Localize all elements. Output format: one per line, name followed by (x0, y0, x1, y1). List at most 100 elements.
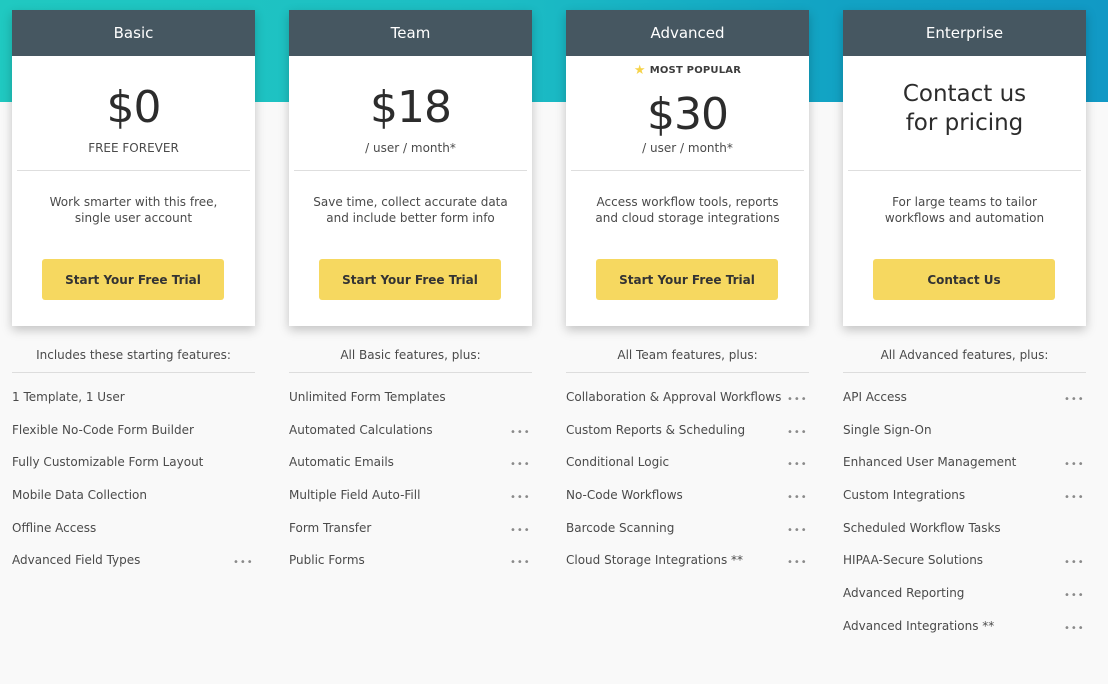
feature-item: Scheduled Workflow Tasks (843, 520, 1086, 553)
feature-list: API Access ••• Single Sign-On Enhanced User… (843, 389, 1086, 651)
feature-item: Single Sign-On (843, 422, 1086, 455)
plan-price-subtitle: FREE FOREVER (88, 141, 179, 155)
feature-label: Unlimited Form Templates (289, 390, 446, 404)
plan-card: Team $18 / user / month* Save time, coll… (289, 10, 532, 326)
feature-label: Advanced Integrations ** (843, 618, 995, 633)
feature-item: No-Code Workflows ••• (566, 487, 809, 520)
start-free-trial-button[interactable]: Start Your Free Trial (596, 259, 778, 300)
more-dots-icon[interactable]: ••• (1064, 618, 1084, 637)
plan-name: Team (289, 10, 532, 56)
divider (843, 372, 1086, 373)
feature-label: Multiple Field Auto-Fill (289, 488, 421, 503)
plan-basic: Basic $0 FREE FOREVER Work smarter with … (12, 10, 255, 651)
feature-label: 1 Template, 1 User (12, 390, 125, 404)
divider (289, 372, 532, 373)
more-dots-icon[interactable]: ••• (1064, 585, 1084, 604)
feature-item: Cloud Storage Integrations ** ••• (566, 552, 809, 585)
features-heading: Includes these starting features: (36, 348, 231, 362)
feature-label: Custom Integrations (843, 488, 966, 503)
plan-card-body: $0 FREE FOREVER Work smarter with this f… (12, 56, 255, 326)
more-dots-icon[interactable]: ••• (510, 552, 530, 571)
more-dots-icon[interactable]: ••• (787, 422, 807, 441)
feature-item: Automated Calculations ••• (289, 422, 532, 455)
feature-label: Advanced Field Types (12, 553, 141, 568)
feature-label: Form Transfer (289, 520, 372, 535)
feature-label: Advanced Reporting (843, 586, 965, 601)
feature-item: Barcode Scanning ••• (566, 520, 809, 553)
feature-item: Custom Reports & Scheduling ••• (566, 422, 809, 455)
feature-label: Cloud Storage Integrations ** (566, 553, 744, 568)
plan-card: Basic $0 FREE FOREVER Work smarter with … (12, 10, 255, 326)
feature-item: Unlimited Form Templates (289, 389, 532, 422)
feature-item: Fully Customizable Form Layout (12, 454, 255, 487)
contact-pricing-line: Contact us (902, 81, 1027, 107)
feature-label: Collaboration & Approval Workflows (566, 390, 782, 404)
more-dots-icon[interactable]: ••• (510, 454, 530, 473)
feature-item: HIPAA-Secure Solutions ••• (843, 552, 1086, 585)
more-dots-icon[interactable]: ••• (787, 552, 807, 571)
start-free-trial-button[interactable]: Start Your Free Trial (319, 259, 501, 300)
divider (17, 170, 250, 171)
most-popular-badge: ★ MOST POPULAR (566, 64, 809, 77)
plan-description: For large teams to tailor workflows and … (884, 195, 1045, 225)
plan-card: Enterprise Contact us for pricing For la… (843, 10, 1086, 326)
more-dots-icon[interactable]: ••• (233, 552, 253, 571)
start-free-trial-button[interactable]: Start Your Free Trial (42, 259, 224, 300)
divider (848, 170, 1081, 171)
contact-pricing-text: Contact us for pricing (843, 80, 1086, 138)
feature-label: Barcode Scanning (566, 520, 675, 535)
star-icon: ★ (633, 63, 646, 78)
plan-price: $18 (370, 82, 452, 133)
feature-label: Mobile Data Collection (12, 488, 147, 503)
feature-label: Flexible No-Code Form Builder (12, 422, 194, 437)
features-heading: All Team features, plus: (617, 348, 758, 362)
feature-item: Multiple Field Auto-Fill ••• (289, 487, 532, 520)
plan-team: Team $18 / user / month* Save time, coll… (289, 10, 532, 651)
plan-card: Advanced ★ MOST POPULAR $30 / user / mon… (566, 10, 809, 326)
divider (566, 372, 809, 373)
feature-item: Advanced Integrations ** ••• (843, 618, 1086, 651)
feature-label: Single Sign-On (843, 422, 932, 437)
feature-item: Mobile Data Collection (12, 487, 255, 520)
more-dots-icon[interactable]: ••• (787, 520, 807, 539)
feature-item: Custom Integrations ••• (843, 487, 1086, 520)
more-dots-icon[interactable]: ••• (787, 454, 807, 473)
feature-label: Fully Customizable Form Layout (12, 455, 204, 470)
badge-label: MOST POPULAR (649, 65, 742, 76)
feature-label: Conditional Logic (566, 455, 670, 470)
plan-card-body: $18 / user / month* Save time, collect a… (289, 56, 532, 326)
feature-label: HIPAA-Secure Solutions (843, 553, 984, 568)
contact-us-button[interactable]: Contact Us (873, 259, 1055, 300)
feature-item: Advanced Reporting ••• (843, 585, 1086, 618)
plan-enterprise: Enterprise Contact us for pricing For la… (843, 10, 1086, 651)
plan-description: Save time, collect accurate data and inc… (313, 195, 508, 225)
more-dots-icon[interactable]: ••• (1064, 552, 1084, 571)
more-dots-icon[interactable]: ••• (1064, 487, 1084, 506)
feature-item: Advanced Field Types ••• (12, 552, 255, 585)
plan-price-subtitle: / user / month* (365, 141, 456, 155)
feature-item: Public Forms ••• (289, 552, 532, 585)
feature-label: Custom Reports & Scheduling (566, 422, 746, 437)
plan-name: Enterprise (843, 10, 1086, 56)
contact-pricing-line: for pricing (905, 110, 1024, 136)
feature-label: Enhanced User Management (843, 455, 1017, 470)
plan-price: $30 (647, 89, 729, 140)
more-dots-icon[interactable]: ••• (1064, 454, 1084, 473)
feature-label: Scheduled Workflow Tasks (843, 520, 1001, 535)
plan-price: $0 (106, 82, 162, 133)
more-dots-icon[interactable]: ••• (510, 422, 530, 441)
more-dots-icon[interactable]: ••• (787, 389, 807, 408)
pricing-plans: Basic $0 FREE FOREVER Work smarter with … (12, 10, 1086, 651)
more-dots-icon[interactable]: ••• (787, 487, 807, 506)
feature-label: Public Forms (289, 553, 365, 568)
feature-label: API Access (843, 390, 907, 404)
features-heading: All Basic features, plus: (340, 348, 481, 362)
more-dots-icon[interactable]: ••• (510, 487, 530, 506)
feature-list: Collaboration & Approval Workflows ••• Cus… (566, 389, 809, 585)
more-dots-icon[interactable]: ••• (510, 520, 530, 539)
feature-label: Automatic Emails (289, 455, 394, 470)
plan-price-subtitle: / user / month* (642, 141, 733, 155)
feature-label: No-Code Workflows (566, 488, 683, 503)
features-heading: All Advanced features, plus: (880, 348, 1049, 362)
more-dots-icon[interactable]: ••• (1064, 389, 1084, 408)
